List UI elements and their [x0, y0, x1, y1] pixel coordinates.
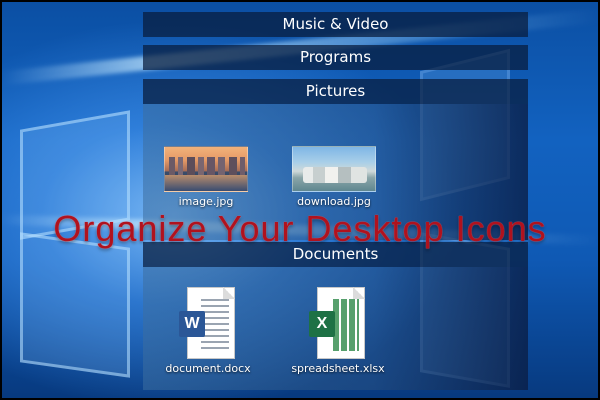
fence-documents: W document.docx X spreadsheet.xlsx	[143, 267, 528, 390]
excel-spreadsheet-icon: X	[309, 287, 367, 359]
file-spreadsheet-xlsx[interactable]: X spreadsheet.xlsx	[283, 287, 393, 375]
file-label: document.docx	[165, 362, 251, 375]
file-label: spreadsheet.xlsx	[291, 362, 385, 375]
fence-header-music-video[interactable]: Music & Video	[143, 12, 528, 37]
image-thumbnail-icon	[292, 146, 376, 192]
file-download-jpg[interactable]: download.jpg	[279, 146, 389, 208]
fence-header-pictures[interactable]: Pictures	[143, 79, 528, 104]
desktop-fences: Music & Video Programs Pictures image.jp…	[143, 10, 528, 390]
file-document-docx[interactable]: W document.docx	[153, 287, 263, 375]
fence-header-programs[interactable]: Programs	[143, 45, 528, 70]
overlay-title: Organize Your Desktop Icons	[53, 208, 547, 249]
word-document-icon: W	[179, 287, 237, 359]
file-image-jpg[interactable]: image.jpg	[151, 146, 261, 208]
image-thumbnail-icon	[164, 146, 248, 192]
file-label: download.jpg	[297, 195, 371, 208]
file-label: image.jpg	[178, 195, 234, 208]
windows-logo-pane	[20, 232, 130, 378]
